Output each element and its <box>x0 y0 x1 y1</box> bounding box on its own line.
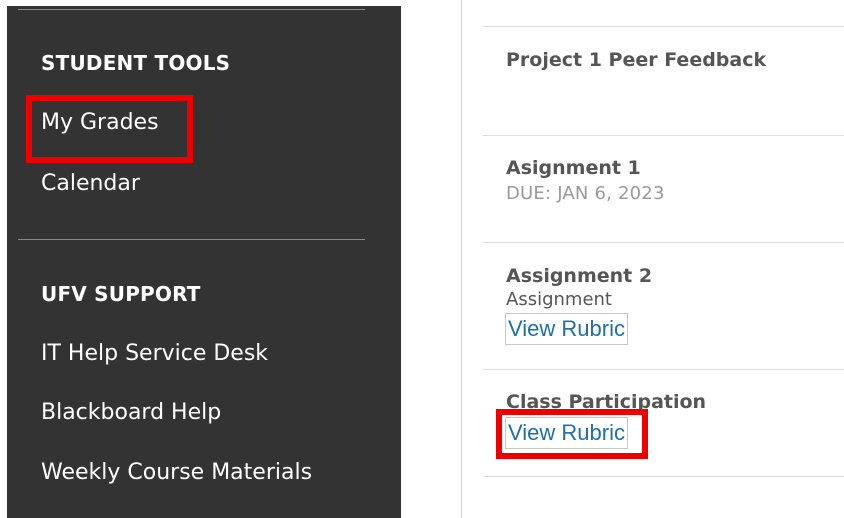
sidebar: STUDENT TOOLS My Grades Calendar UFV SUP… <box>7 6 401 518</box>
item-divider <box>483 476 844 477</box>
item-type-label: Assignment <box>506 289 612 310</box>
sidebar-item-it-help-service-desk[interactable]: IT Help Service Desk <box>41 341 268 366</box>
sidebar-item-calendar[interactable]: Calendar <box>41 171 140 196</box>
view-rubric-button-class-participation[interactable]: View Rubric <box>505 417 628 449</box>
ufv-support-heading: UFV SUPPORT <box>41 282 201 306</box>
sidebar-item-weekly-course-materials[interactable]: Weekly Course Materials <box>41 460 312 485</box>
item-divider <box>483 242 844 243</box>
item-title-project-1-peer-feedback[interactable]: Project 1 Peer Feedback <box>506 49 766 71</box>
item-divider <box>483 369 844 370</box>
student-tools-heading: STUDENT TOOLS <box>41 51 231 75</box>
content-vertical-divider <box>461 0 462 518</box>
item-title-class-participation[interactable]: Class Participation <box>506 391 706 413</box>
item-title-assignment-2[interactable]: Assignment 2 <box>506 265 652 287</box>
sidebar-divider <box>18 9 365 10</box>
view-rubric-button-assignment-2[interactable]: View Rubric <box>505 313 628 345</box>
content-gutter <box>401 0 461 518</box>
sidebar-item-blackboard-help[interactable]: Blackboard Help <box>41 400 221 425</box>
item-divider <box>483 135 844 136</box>
item-due-date: DUE: JAN 6, 2023 <box>506 183 665 204</box>
sidebar-divider <box>18 239 365 240</box>
item-divider <box>483 26 844 27</box>
sidebar-item-my-grades[interactable]: My Grades <box>41 110 159 135</box>
item-title-asignment-1[interactable]: Asignment 1 <box>506 157 641 179</box>
